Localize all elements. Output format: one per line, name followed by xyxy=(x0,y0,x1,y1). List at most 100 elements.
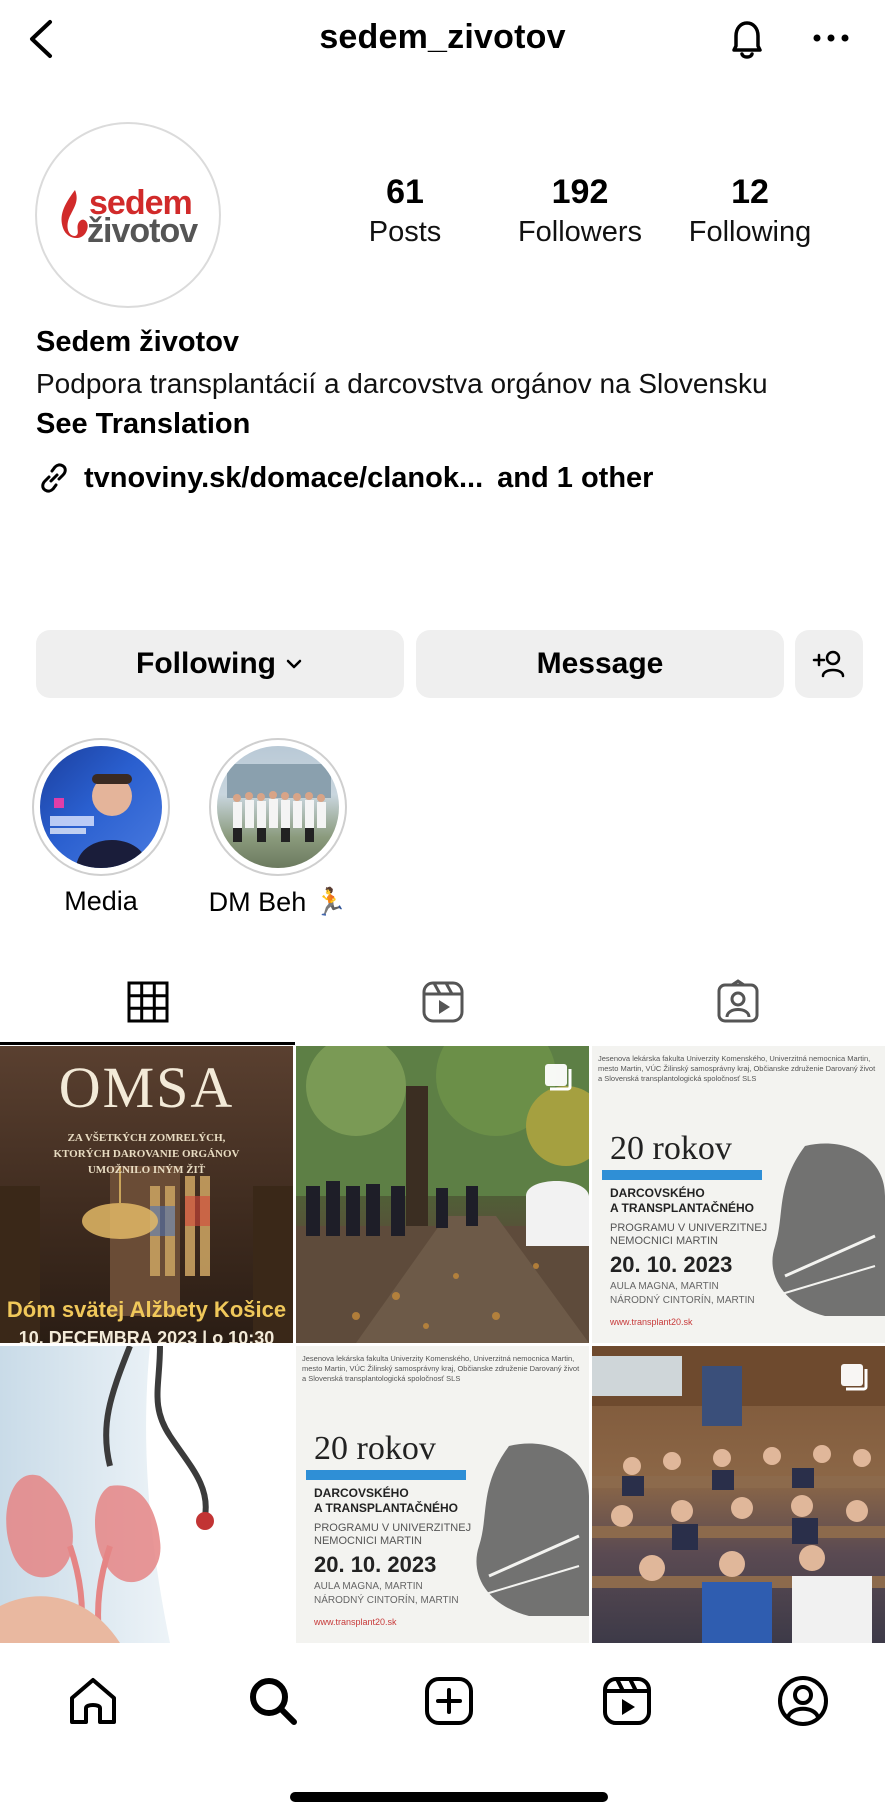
post-kidneys-stethoscope[interactable] xyxy=(0,1346,293,1643)
post-kidneys-image xyxy=(0,1346,293,1643)
post-omsa-subtitle-3: UMOŽNILO INÝM ŽIŤ xyxy=(87,1164,206,1176)
stat-posts-count: 61 xyxy=(386,173,424,211)
poster-program-text: DARCOVSKÉHO A TRANSPLANTAČNÉHO xyxy=(610,1186,754,1216)
post-lecture-hall[interactable] xyxy=(592,1346,885,1643)
nav-profile[interactable] xyxy=(774,1672,832,1730)
profile-bio: Podpora transplantácií a darcovstva orgá… xyxy=(36,368,768,399)
stat-followers-label: Followers xyxy=(517,216,643,248)
poster-2-ink-splash xyxy=(476,1443,589,1616)
nav-home[interactable] xyxy=(64,1672,122,1730)
poster-url: www.transplant20.sk xyxy=(610,1317,693,1327)
poster-2-venue-2: NÁRODNÝ CINTORÍN, MARTIN xyxy=(314,1595,459,1606)
post-park-gathering[interactable] xyxy=(296,1046,589,1343)
following-button[interactable]: Following xyxy=(36,630,404,698)
poster-venue: AULA MAGNA, MARTIN NÁRODNÝ CINTORÍN, MAR… xyxy=(610,1280,755,1308)
post-omsa[interactable]: OMSA ZA VŠETKÝCH ZOMRELÝCH, KTORÝCH DARO… xyxy=(0,1046,293,1343)
poster-2-venue-1: AULA MAGNA, MARTIN xyxy=(314,1581,423,1592)
stat-posts[interactable]: 61 Posts xyxy=(340,172,470,252)
stat-followers[interactable]: 192 Followers xyxy=(500,172,660,252)
stat-following-label: Following xyxy=(688,216,812,248)
highlight-media[interactable]: Media xyxy=(31,738,171,917)
top-bar: sedem_zivotov xyxy=(0,0,885,80)
post-20-rokov-poster-2[interactable]: Jesenova lekárska fakulta Univerzity Kom… xyxy=(296,1346,589,1643)
highlight-media-ring xyxy=(32,738,170,876)
highlight-dm-beh-label: DM Beh 🏃 xyxy=(208,887,348,917)
profile-display-name: Sedem životov xyxy=(36,326,240,358)
poster-2-program-text: DARCOVSKÉHO A TRANSPLANTAČNÉHO xyxy=(314,1486,458,1516)
nav-reels[interactable] xyxy=(598,1672,656,1730)
see-translation-link[interactable]: See Translation xyxy=(36,408,250,441)
highlight-dm-beh[interactable]: DM Beh 🏃 xyxy=(208,738,348,918)
profile-link-row[interactable]: tvnoviny.sk/domace/clanok... and 1 other xyxy=(36,458,653,498)
reels-icon xyxy=(603,1677,651,1725)
post-omsa-subtitle: ZA VŠETKÝCH ZOMRELÝCH, KTORÝCH DAROVANIE… xyxy=(0,1130,293,1178)
nav-search[interactable] xyxy=(244,1672,302,1730)
bottom-navigation xyxy=(0,1644,885,1754)
profile-icon xyxy=(778,1676,828,1726)
poster-blue-bar xyxy=(602,1170,762,1180)
more-options-icon[interactable] xyxy=(806,18,856,58)
poster-program-subtext: PROGRAMU V UNIVERZITNEJ NEMOCNICI MARTIN xyxy=(610,1222,767,1248)
stat-following[interactable]: 12 Following xyxy=(680,172,820,252)
following-button-label: Following xyxy=(136,647,276,680)
poster-line-3: PROGRAMU V UNIVERZITNEJ xyxy=(610,1222,768,1234)
profile-link-other[interactable]: and 1 other xyxy=(497,462,653,495)
poster-2-line-1: DARCOVSKÉHO xyxy=(314,1486,409,1500)
bell-icon[interactable] xyxy=(722,14,772,64)
highlight-media-label: Media xyxy=(64,886,138,916)
add-post-icon xyxy=(425,1677,473,1725)
profile-link-text[interactable]: tvnoviny.sk/domace/clanok... xyxy=(84,462,483,495)
poster-venue-2: NÁRODNÝ CINTORÍN, MARTIN xyxy=(610,1295,755,1306)
poster-2-date: 20. 10. 2023 xyxy=(314,1552,437,1577)
poster-2-venue: AULA MAGNA, MARTIN NÁRODNÝ CINTORÍN, MAR… xyxy=(314,1580,459,1608)
profile-tabs xyxy=(0,960,885,1045)
post-omsa-date: 10. DECEMBRA 2023 | o 10:30 xyxy=(18,1328,275,1343)
post-20-rokov-poster[interactable]: Jesenova lekárska fakulta Univerzity Kom… xyxy=(592,1046,885,1343)
suggested-users-button[interactable] xyxy=(795,630,863,698)
highlight-media-image xyxy=(40,746,162,868)
home-icon xyxy=(70,1678,116,1724)
nav-create-post[interactable] xyxy=(420,1672,478,1730)
poster-2-line-4: NEMOCNICI MARTIN xyxy=(314,1535,422,1547)
post-omsa-subtitle-2: KTORÝCH DAROVANIE ORGÁNOV xyxy=(53,1148,240,1160)
highlight-dm-beh-ring xyxy=(209,738,347,876)
active-tab-indicator xyxy=(0,1042,295,1045)
post-omsa-subtitle-1: ZA VŠETKÝCH ZOMRELÝCH, xyxy=(67,1132,226,1144)
poster-line-1: DARCOVSKÉHO xyxy=(610,1186,705,1200)
home-indicator[interactable] xyxy=(290,1792,608,1802)
poster-2-header-text: Jesenova lekárska fakulta Univerzity Kom… xyxy=(302,1354,580,1383)
tab-reels[interactable] xyxy=(295,960,590,1044)
chevron-down-icon xyxy=(286,659,302,669)
poster-venue-1: AULA MAGNA, MARTIN xyxy=(610,1281,719,1292)
tab-posts-grid[interactable] xyxy=(0,960,295,1044)
poster-ink-splash xyxy=(772,1143,885,1316)
reels-icon xyxy=(422,981,463,1023)
message-button-label: Message xyxy=(536,647,664,680)
tagged-user-icon xyxy=(717,979,758,1023)
poster-2-line-3: PROGRAMU V UNIVERZITNEJ xyxy=(314,1522,472,1534)
poster-2-program-subtext: PROGRAMU V UNIVERZITNEJ NEMOCNICI MARTIN xyxy=(314,1522,471,1548)
post-omsa-place: Dóm svätej Alžbety Košice xyxy=(6,1297,287,1322)
poster-2-title: 20 rokov xyxy=(314,1430,436,1467)
highlight-dm-beh-image xyxy=(217,746,339,868)
add-user-icon xyxy=(812,650,845,678)
stat-followers-count: 192 xyxy=(551,173,609,211)
highlight-media-photo xyxy=(50,774,148,868)
poster-line-4: NEMOCNICI MARTIN xyxy=(610,1235,718,1247)
poster-2-url: www.transplant20.sk xyxy=(314,1617,397,1627)
highlight-dm-beh-photo xyxy=(227,764,331,842)
poster-header-text: Jesenova lekárska fakulta Univerzity Kom… xyxy=(598,1054,876,1083)
profile-avatar[interactable]: sedem životov xyxy=(35,122,221,308)
tab-tagged[interactable] xyxy=(590,960,885,1044)
poster-date: 20. 10. 2023 xyxy=(610,1252,733,1277)
message-button[interactable]: Message xyxy=(416,630,784,698)
logo-text-bottom: životov xyxy=(87,212,198,250)
post-omsa-title: OMSA xyxy=(58,1055,235,1120)
search-icon xyxy=(250,1678,297,1725)
multiple-photos-icon xyxy=(545,1064,572,1091)
poster-line-2: A TRANSPLANTAČNÉHO xyxy=(610,1201,754,1215)
stat-following-count: 12 xyxy=(731,173,769,211)
stat-posts-label: Posts xyxy=(368,216,442,248)
multiple-photos-icon xyxy=(841,1364,868,1391)
grid-icon xyxy=(127,981,168,1023)
